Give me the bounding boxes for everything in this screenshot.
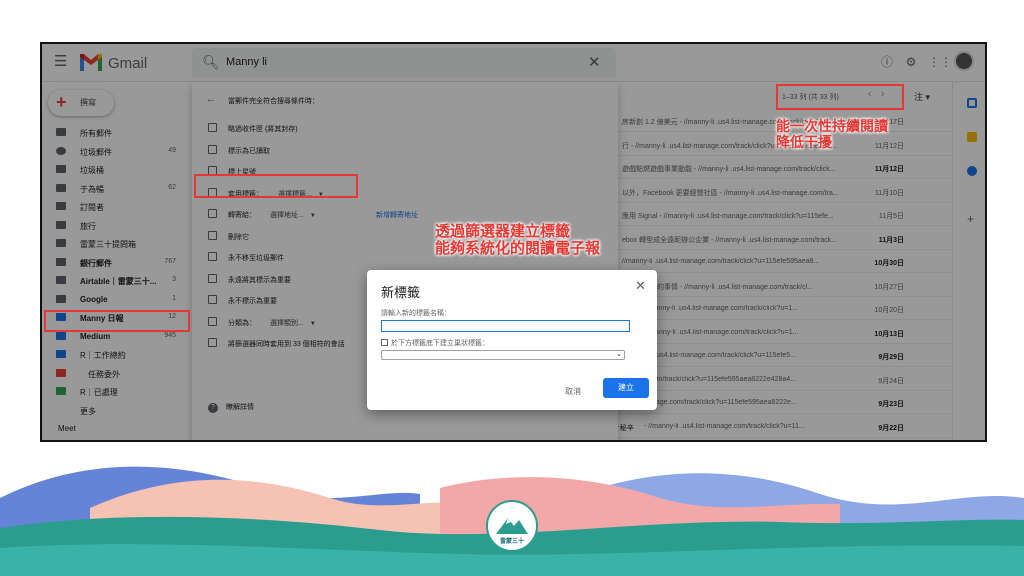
- new-label-dialog: 新標籤 ✕ 請輸入新的標籤名稱： 於下方標籤底下建立巢狀標籤： ⌄ 取消 建立: [367, 270, 657, 410]
- create-button[interactable]: 建立: [603, 378, 649, 398]
- brand-name: 雷蒙三十: [499, 539, 524, 545]
- pager-annotation: 能一次性持續閱讀 降低干擾: [776, 118, 888, 150]
- dialog-title: 新標籤: [381, 285, 421, 300]
- pager-annotation-line1: 能一次性持續閱讀: [776, 118, 888, 134]
- filter-annotation-line2: 能夠系統化的閱讀電子報: [435, 240, 601, 257]
- nest-label-text: 於下方標籤底下建立巢狀標籤：: [391, 340, 489, 347]
- select-chevron-icon: ⌄: [616, 351, 622, 358]
- parent-label-select[interactable]: ⌄: [381, 350, 625, 360]
- label-name-input[interactable]: [381, 320, 630, 332]
- filter-annotation-line1: 透過篩選器建立標籤: [435, 223, 571, 240]
- brand-logo: 雷蒙三十: [486, 500, 538, 552]
- nest-label-checkbox[interactable]: 於下方標籤底下建立巢狀標籤：: [381, 338, 489, 348]
- nest-checkbox-box[interactable]: [381, 339, 388, 346]
- pager-annotation-line2: 降低干擾: [776, 134, 832, 150]
- filter-annotation: 透過篩選器建立標籤 能夠系統化的閱讀電子報: [435, 223, 600, 257]
- dialog-close-icon[interactable]: ✕: [635, 278, 646, 294]
- label-name-caption: 請輸入新的標籤名稱：: [381, 310, 451, 317]
- cancel-button[interactable]: 取消: [565, 386, 581, 397]
- manny-label-highlight: [44, 310, 190, 332]
- pager-highlight: [776, 84, 904, 110]
- apply-label-highlight: [194, 174, 358, 198]
